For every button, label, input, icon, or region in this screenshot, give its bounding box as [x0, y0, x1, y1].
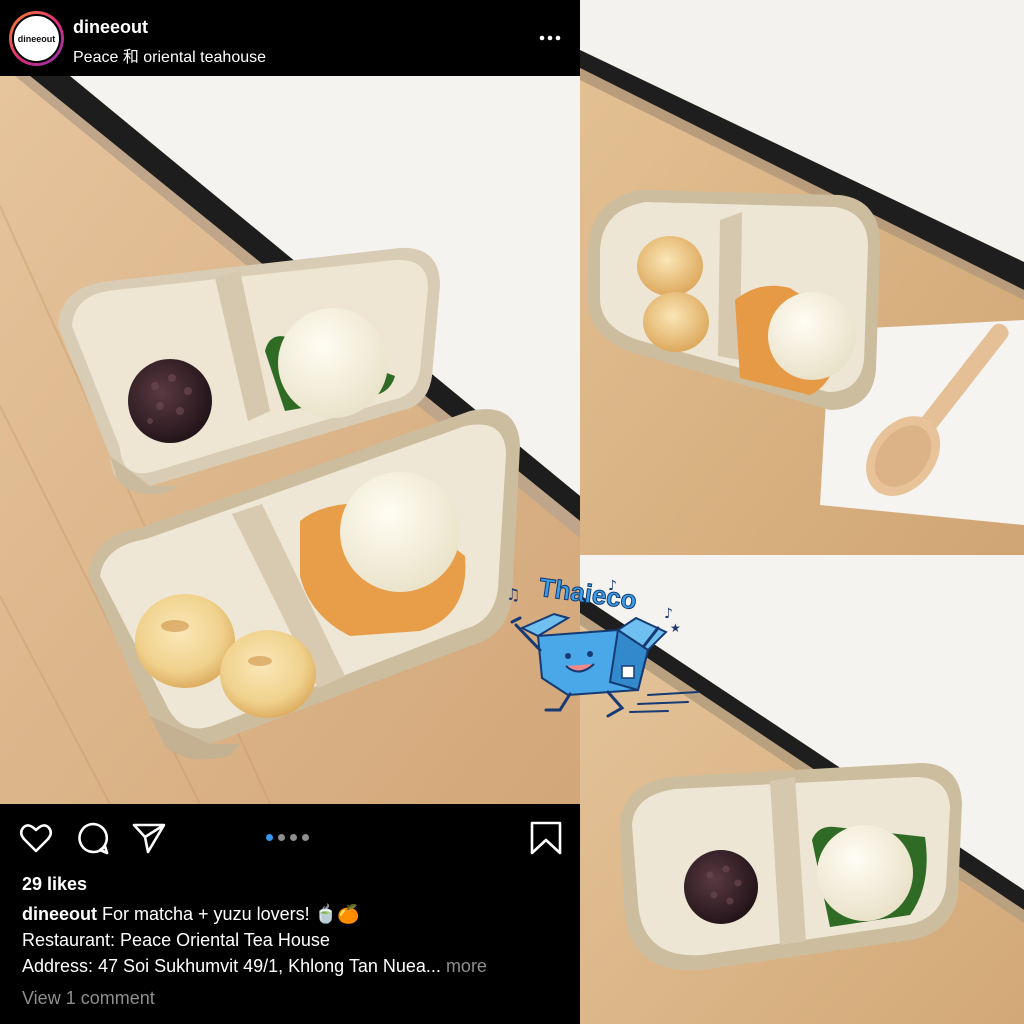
post-location[interactable]: Peace 和 oriental teahouse — [73, 43, 266, 67]
view-comments-link[interactable]: View 1 comment — [22, 988, 155, 1009]
photo-tub-with-spoon — [580, 0, 1024, 555]
caption-address: Address: 47 Soi Sukhumvit 49/1, Khlong T… — [22, 956, 441, 976]
more-options-icon[interactable] — [538, 28, 562, 48]
carousel-indicator — [266, 834, 309, 841]
bookmark-icon[interactable] — [528, 820, 564, 856]
avatar[interactable]: dineeout — [9, 11, 64, 66]
caption-username[interactable]: dineeout — [22, 904, 97, 924]
carousel-dot[interactable] — [278, 834, 285, 841]
caption-text: For matcha + yuzu lovers! 🍵🍊 — [102, 904, 360, 924]
comment-icon[interactable] — [75, 820, 111, 856]
sticker-brand-text: Thaieco — [537, 572, 638, 615]
carousel-dot[interactable] — [302, 834, 309, 841]
svg-text:♫: ♫ — [506, 585, 520, 604]
carousel-dot[interactable] — [290, 834, 297, 841]
more-link[interactable]: more — [446, 956, 487, 976]
mascot-sticker: ♫ ♪ ♪ ★ Thaieco — [498, 570, 708, 730]
likes-count[interactable]: 29 likes — [22, 874, 87, 895]
heart-icon[interactable] — [18, 820, 54, 856]
svg-text:♪: ♪ — [664, 606, 673, 622]
carousel-dot[interactable] — [266, 834, 273, 841]
caption-address-line: Address: 47 Soi Sukhumvit 49/1, Khlong T… — [22, 956, 487, 977]
post-header: dineeout dineeout Peace 和 oriental teaho… — [0, 0, 580, 76]
post-main-photo[interactable] — [0, 76, 580, 804]
post-footer: 29 likes dineeout For matcha + yuzu love… — [0, 804, 580, 1024]
svg-text:★: ★ — [670, 621, 681, 635]
caption-restaurant: Restaurant: Peace Oriental Tea House — [22, 930, 330, 950]
caption: dineeout For matcha + yuzu lovers! 🍵🍊 — [22, 904, 359, 925]
avatar-text: dineeout — [17, 33, 56, 44]
instagram-post: dineeout dineeout Peace 和 oriental teaho… — [0, 0, 580, 1024]
post-username[interactable]: dineeout — [73, 17, 148, 38]
share-icon[interactable] — [131, 820, 167, 856]
